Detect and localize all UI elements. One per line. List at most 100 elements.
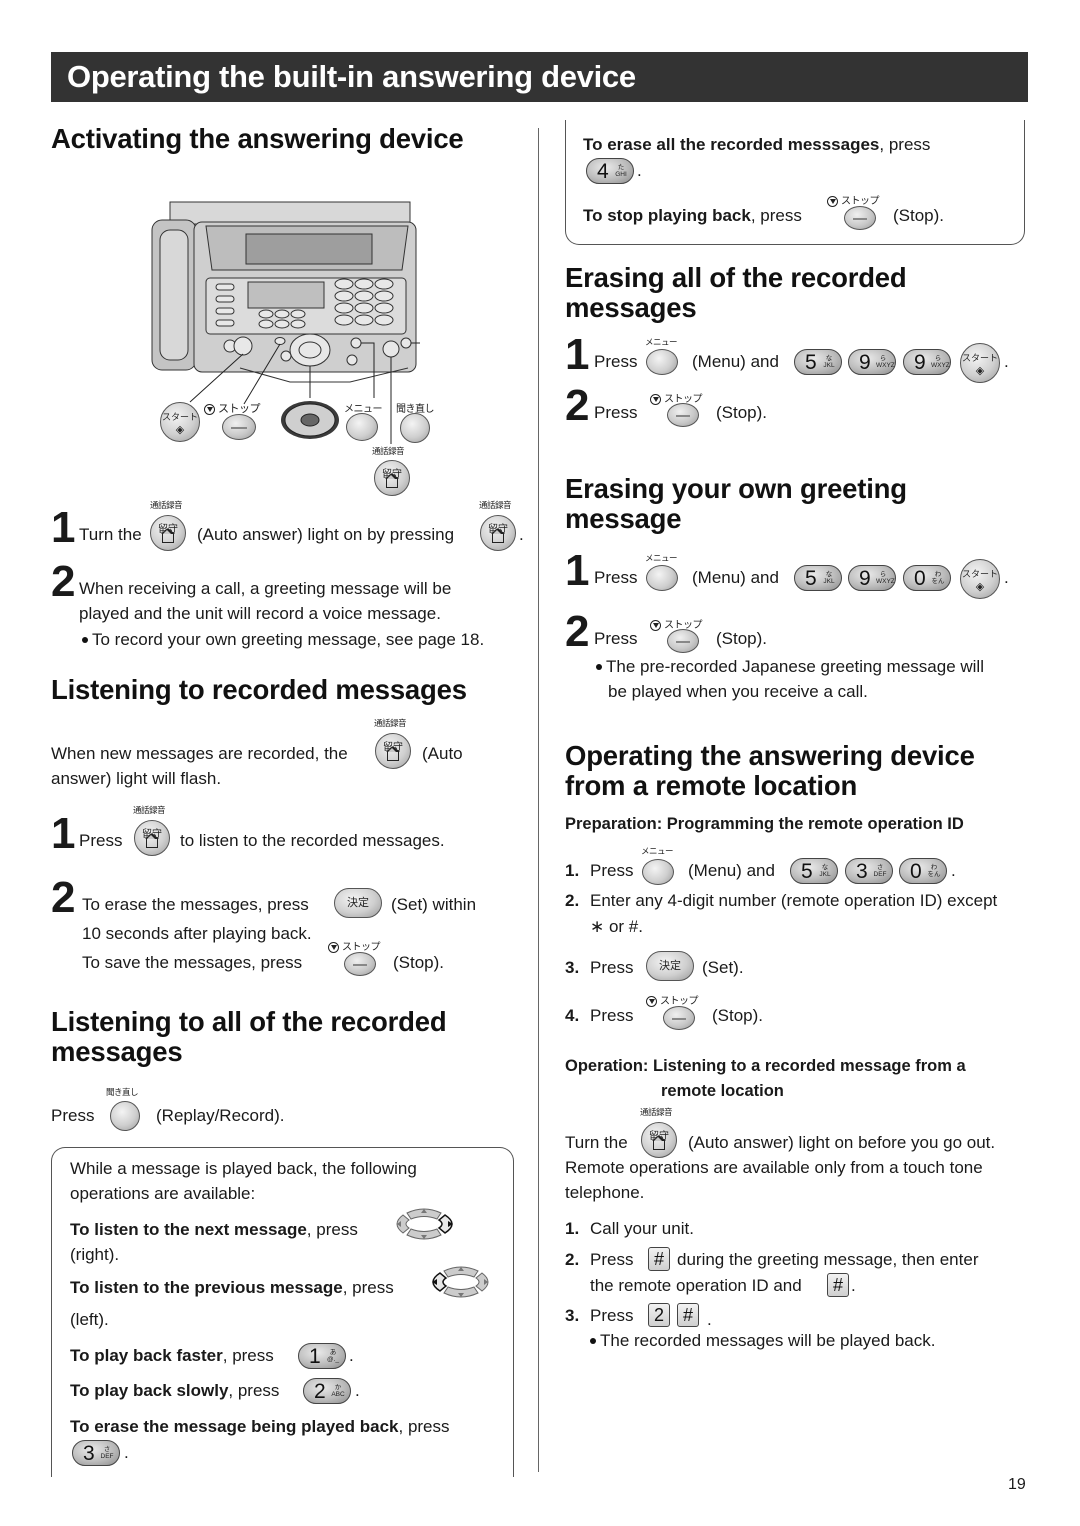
- step-text: (Set).: [702, 958, 744, 977]
- step-text: To save the messages, press: [82, 953, 303, 972]
- step-text: To erase the messages, press: [82, 895, 309, 914]
- diagram-start-button: スタート ◈: [160, 402, 200, 442]
- text: , press: [879, 135, 931, 154]
- step-text: 10 seconds after playing back.: [82, 924, 312, 943]
- stop-icon: [650, 619, 661, 631]
- hash-key-icon: #: [648, 1247, 670, 1271]
- heading-erasing-greeting-1: Erasing your own greeting: [565, 473, 907, 504]
- step-text: Press: [590, 1006, 634, 1025]
- step-text: played and the unit will record a voice …: [79, 604, 441, 623]
- home-icon: [491, 528, 505, 543]
- bullet-icon: [82, 636, 88, 643]
- step-text: (Replay/Record).: [156, 1106, 285, 1125]
- step-text: ∗ or #.: [590, 917, 643, 936]
- bold-text: To stop playing back: [583, 206, 751, 225]
- bullet-note: The pre-recorded Japanese greeting messa…: [596, 654, 984, 679]
- step-text: (Auto answer) light on by pressing: [197, 525, 455, 544]
- text: .: [851, 1276, 856, 1295]
- key-9-icon: 9 ら WXYZ: [848, 565, 896, 591]
- home-icon: [161, 528, 175, 543]
- stop-caption: ストップ: [328, 938, 381, 953]
- diagram-menu-button: [346, 413, 378, 441]
- sub: な JKL: [823, 355, 835, 369]
- step-number: 2: [565, 607, 590, 656]
- intro-text: When new messages are recorded, the: [51, 744, 348, 763]
- intro-text: (Auto: [422, 744, 463, 763]
- menu-caption: メニュー: [645, 553, 678, 563]
- auto-answer-button-icon: 留守: [480, 515, 516, 551]
- auto-answer-caption: 通話録音: [133, 805, 166, 815]
- step-number: 2: [51, 557, 76, 606]
- key-2-icon: 2 か ABC: [303, 1378, 351, 1404]
- step-text: (Stop).: [716, 403, 768, 422]
- next-message-line: To listen to the next message, press: [70, 1217, 358, 1242]
- key-9-icon: 9 ら WXYZ: [848, 349, 896, 375]
- digit: 5: [805, 351, 817, 374]
- text: .: [1004, 352, 1009, 371]
- auto-answer-button-icon: 留守: [150, 515, 186, 551]
- text: .: [951, 861, 956, 880]
- digit: 4: [597, 160, 609, 183]
- stop-button-icon: [667, 403, 699, 427]
- sub: わをん: [931, 571, 945, 585]
- menu-caption: メニュー: [641, 846, 674, 856]
- step-text: Press: [594, 352, 638, 371]
- digit: 0: [914, 567, 926, 590]
- sub: ら WXYZ: [931, 355, 950, 369]
- key-3-icon: 3 さ DEF: [72, 1440, 120, 1466]
- digit: 9: [914, 351, 926, 374]
- key-0-icon: 0 わをん: [899, 858, 947, 884]
- diagram-replay-button: [400, 413, 430, 443]
- stop-icon: [827, 195, 838, 207]
- text: .: [637, 161, 642, 180]
- menu-button-icon: [642, 859, 674, 885]
- step-text: (Set) within: [391, 895, 477, 914]
- bold-text: To play back slowly: [70, 1381, 229, 1400]
- auto-answer-caption: 通話録音: [374, 718, 407, 728]
- bold-text: To erase all the recorded messsages: [583, 135, 880, 154]
- digit: 9: [859, 351, 871, 374]
- sub: ら WXYZ: [876, 571, 895, 585]
- step-number: 1: [565, 546, 590, 595]
- start-button-icon: スタート ◈: [960, 343, 1000, 383]
- text: , press: [398, 1417, 450, 1436]
- start-button-icon: スタート ◈: [960, 559, 1000, 599]
- stop-button-icon: [344, 952, 376, 976]
- replay-button-icon: [110, 1101, 140, 1131]
- step-text: Call your unit.: [590, 1219, 694, 1238]
- auto-answer-button-icon: 留守: [375, 733, 411, 769]
- play-slower-line: To play back slowly, press: [70, 1378, 279, 1403]
- step-text: Press: [590, 861, 634, 880]
- intro-text: Turn the: [565, 1133, 628, 1152]
- step-text: When receiving a call, a greeting messag…: [79, 579, 452, 598]
- stop-caption: ストップ: [650, 616, 703, 631]
- start-symbol-icon: ◈: [975, 365, 985, 377]
- menu-button-icon: [646, 565, 678, 591]
- column-divider: [538, 128, 539, 1472]
- key-5-icon: 5 な JKL: [790, 858, 838, 884]
- stop-playback-line: To stop playing back, press: [583, 203, 802, 228]
- digit: 3: [83, 1442, 95, 1465]
- digit: 5: [805, 567, 817, 590]
- list-number: 4.: [565, 1006, 580, 1025]
- digit: 3: [856, 860, 868, 883]
- menu-caption: メニュー: [645, 337, 678, 347]
- text: , press: [750, 206, 802, 225]
- sub: か ABC: [331, 1384, 345, 1398]
- erase-current-line: To erase the message being played back, …: [70, 1414, 450, 1439]
- digit: 9: [859, 567, 871, 590]
- text: , press: [222, 1346, 274, 1365]
- step-text: Press: [594, 403, 638, 422]
- key-0-icon: 0 わをん: [903, 565, 951, 591]
- bullet-text: be played when you receive a call.: [608, 682, 868, 701]
- step-text: Press: [590, 1306, 634, 1325]
- home-icon: [385, 473, 399, 488]
- stop-caption: ストップ: [646, 992, 699, 1007]
- step-text: Press: [590, 1250, 634, 1269]
- text: .: [1004, 568, 1009, 587]
- step-text: Turn the: [79, 525, 142, 544]
- sub: た GHI: [615, 164, 627, 178]
- two-key-icon: 2: [648, 1303, 670, 1327]
- list-number: 2.: [565, 891, 580, 910]
- digit: 2: [314, 1380, 326, 1403]
